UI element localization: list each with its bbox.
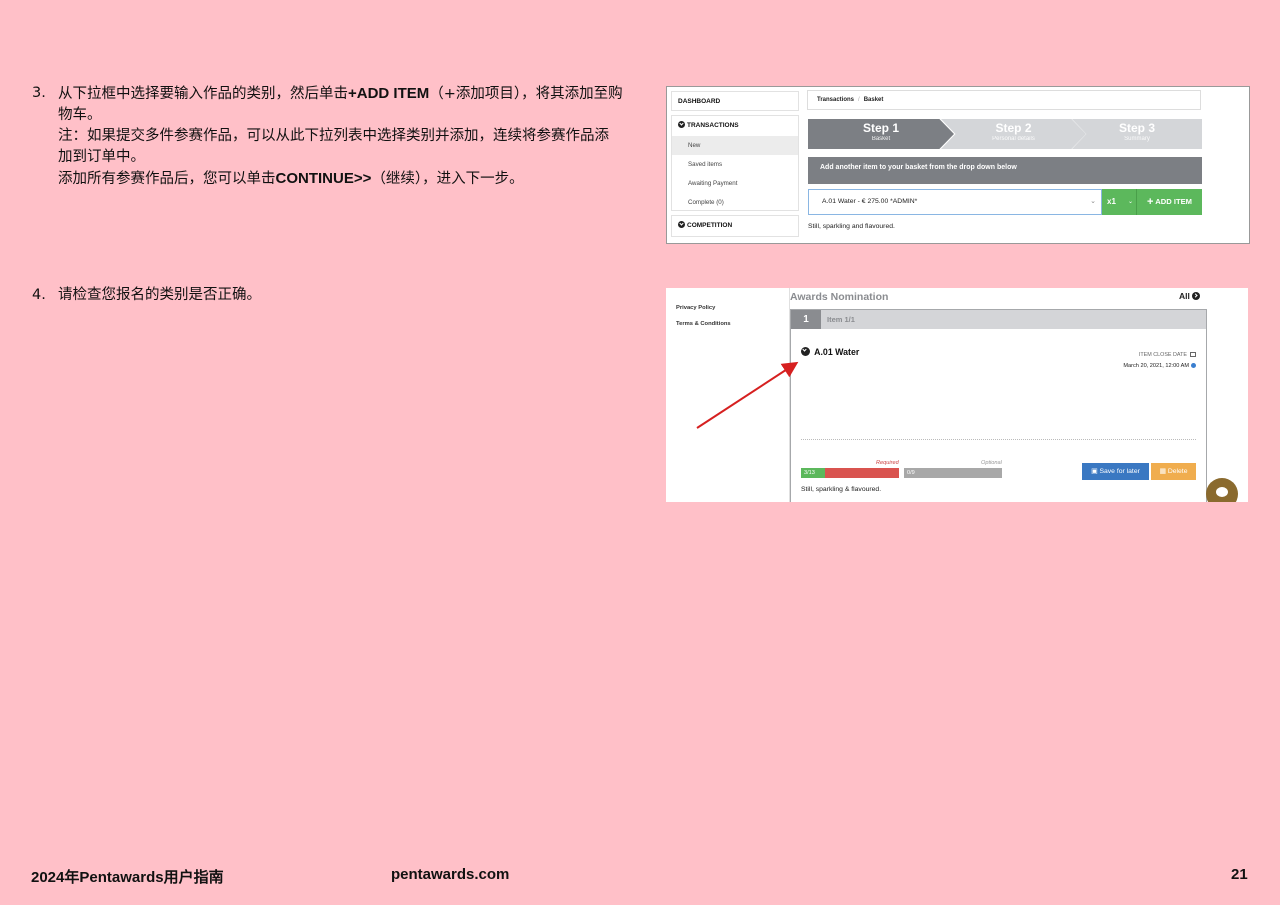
item-number[interactable]: 1 bbox=[791, 310, 821, 329]
sidebar-item-complete[interactable]: Complete (0) bbox=[672, 193, 798, 212]
continue-label: CONTINUE>> bbox=[275, 170, 372, 187]
step-number: 3. bbox=[32, 85, 46, 101]
step-3-line-2: 物车。 bbox=[58, 107, 102, 123]
chevron-down-icon bbox=[801, 347, 810, 356]
breadcrumb-transactions[interactable]: Transactions bbox=[817, 97, 854, 103]
basket-banner: Add another item to your basket from the… bbox=[808, 157, 1202, 184]
website-link[interactable]: pentawards.com bbox=[391, 866, 509, 883]
chat-icon[interactable] bbox=[1206, 478, 1238, 502]
guide-title: 2024年Pentawards用户指南 bbox=[31, 869, 224, 886]
chevron-down-icon: ⌄ bbox=[1127, 199, 1133, 205]
step-3-line-4: 加到订单中。 bbox=[58, 149, 145, 165]
delete-button[interactable]: ▦ Delete bbox=[1151, 463, 1196, 480]
chevron-down-icon: ⌄ bbox=[1090, 198, 1096, 205]
step-personal-details: Step 2 Personal details bbox=[941, 119, 1086, 149]
breadcrumb: Transactions / Basket bbox=[807, 90, 1201, 110]
required-remaining-bar bbox=[825, 468, 899, 478]
divider bbox=[801, 439, 1196, 440]
nomination-screenshot: Privacy Policy Terms & Conditions Awards… bbox=[666, 288, 1248, 502]
plus-icon: + bbox=[1147, 196, 1154, 208]
step-3-line-5: 添加所有参赛作品后，您可以单击CONTINUE>>（继续），进入下一步。 bbox=[58, 170, 524, 187]
step-number: 4. bbox=[32, 287, 46, 303]
category-select[interactable]: A.01 Water - € 275.00 *ADMIN* ⌄ bbox=[808, 189, 1102, 215]
nomination-panel: 1 Item 1/1 A.01 Water ITEM CLOSE DATE Ma… bbox=[790, 309, 1207, 502]
trash-icon: ▦ bbox=[1159, 468, 1166, 475]
sidebar-item-awaiting-payment[interactable]: Awaiting Payment bbox=[672, 174, 798, 193]
basket-screenshot: DASHBOARD TRANSACTIONS New Saved items A… bbox=[666, 86, 1250, 244]
sidebar-item-competition[interactable]: COMPETITION bbox=[671, 215, 799, 237]
terms-link[interactable]: Terms & Conditions bbox=[676, 321, 731, 327]
save-for-later-button[interactable]: ▣ Save for later bbox=[1082, 463, 1149, 480]
step-4-text: 请检查您报名的类别是否正确。 bbox=[58, 287, 261, 303]
item-count: Item 1/1 bbox=[827, 315, 855, 324]
calendar-icon bbox=[1190, 351, 1196, 357]
sidebar-item-saved[interactable]: Saved items bbox=[672, 155, 798, 174]
breadcrumb-basket: Basket bbox=[863, 97, 884, 103]
required-progress-bar: 3/13 bbox=[801, 468, 825, 478]
category-description: Still, sparkling & flavoured. bbox=[801, 486, 882, 493]
category-toggle[interactable]: A.01 Water bbox=[801, 346, 859, 357]
sidebar-transactions-group: TRANSACTIONS New Saved items Awaiting Pa… bbox=[671, 115, 799, 211]
instruction-step-3: 3. 从下拉框中选择要输入作品的类别，然后单击+ADD ITEM（+添加项目），… bbox=[32, 83, 632, 190]
info-icon bbox=[1191, 362, 1196, 368]
step-basket: Step 1 Basket bbox=[808, 119, 954, 149]
step-summary: Step 3 Summary bbox=[1072, 119, 1202, 149]
sidebar-item-dashboard[interactable]: DASHBOARD bbox=[671, 91, 799, 111]
checkout-steps: Step 1 Basket Step 2 Personal details St… bbox=[808, 119, 1202, 149]
page-number: 21 bbox=[1231, 866, 1248, 883]
privacy-policy-link[interactable]: Privacy Policy bbox=[676, 305, 715, 311]
page-title: Awards Nomination bbox=[790, 291, 889, 303]
chevron-down-icon bbox=[678, 121, 685, 128]
optional-progress-bar: 0/9 bbox=[904, 468, 1002, 478]
step-3-line-1: 从下拉框中选择要输入作品的类别，然后单击+ADD ITEM（+添加项目），将其添… bbox=[58, 85, 623, 102]
add-item-label: +ADD ITEM bbox=[348, 85, 430, 102]
category-description: Still, sparkling and flavoured. bbox=[808, 223, 895, 230]
save-icon: ▣ bbox=[1091, 468, 1098, 475]
instruction-step-4: 4. 请检查您报名的类别是否正确。 bbox=[32, 285, 632, 306]
required-label: Required bbox=[876, 460, 899, 466]
sidebar-item-transactions[interactable]: TRANSACTIONS bbox=[672, 116, 798, 136]
all-toggle[interactable]: All bbox=[1179, 291, 1202, 301]
item-close-date: ITEM CLOSE DATE March 20, 2021, 12:00 AM bbox=[1123, 350, 1196, 372]
step-3-line-3: 注：如果提交多件参赛作品，可以从此下拉列表中选择类别并添加，连续将参赛作品添 bbox=[58, 128, 609, 144]
chevron-right-icon bbox=[1192, 292, 1201, 300]
add-item-button[interactable]: + ADD ITEM bbox=[1136, 189, 1202, 215]
sidebar-item-new[interactable]: New bbox=[672, 136, 798, 155]
item-tab-bar: 1 Item 1/1 bbox=[791, 310, 1206, 329]
quantity-select[interactable]: x1 ⌄ bbox=[1102, 189, 1136, 215]
sidebar: DASHBOARD TRANSACTIONS New Saved items A… bbox=[667, 87, 799, 243]
chevron-down-icon bbox=[678, 221, 685, 228]
optional-label: Optional bbox=[981, 460, 1002, 466]
